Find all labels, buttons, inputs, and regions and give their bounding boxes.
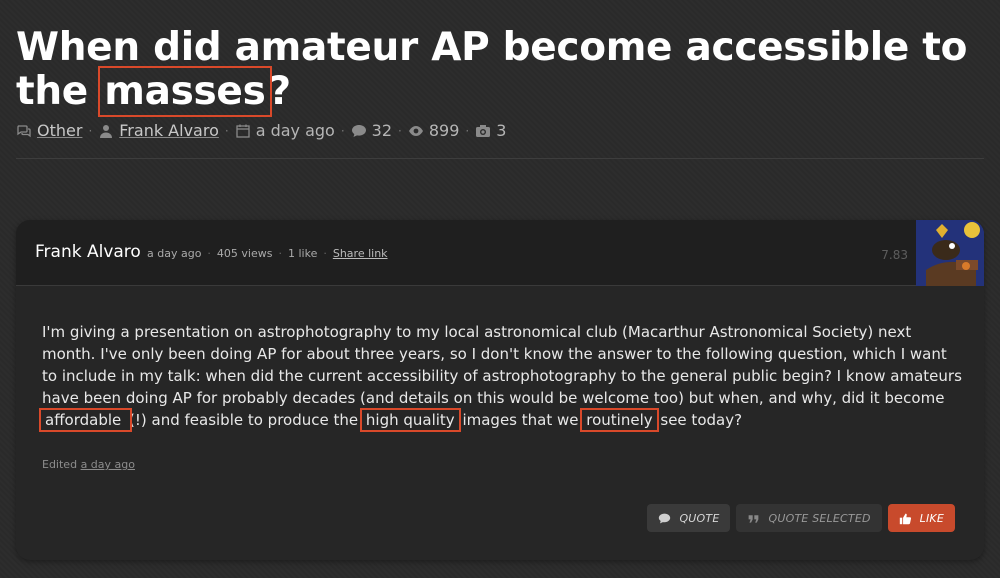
- post-text: (!) and feasible to produce the: [129, 411, 363, 429]
- comment-icon: [659, 513, 671, 523]
- like-button[interactable]: LIKE: [887, 504, 955, 532]
- meta-author[interactable]: Frank Alvaro: [98, 121, 219, 140]
- separator: ·: [323, 247, 327, 260]
- post-text: I'm giving a presentation on astrophotog…: [42, 323, 962, 407]
- post-author[interactable]: Frank Alvaro: [35, 242, 141, 262]
- title-highlight: masses: [98, 66, 272, 117]
- quote-selected-label: QUOTE SELECTED: [768, 511, 871, 525]
- quote-button[interactable]: QUOTE: [647, 504, 731, 532]
- post-actions: QUOTE QUOTE SELECTED LIKE: [647, 504, 955, 532]
- category-link[interactable]: Other: [37, 121, 82, 140]
- post-header: Frank Alvaro a day ago · 405 views · 1 l…: [16, 220, 984, 286]
- camera-icon: [476, 124, 491, 137]
- author-link[interactable]: Frank Alvaro: [119, 121, 219, 140]
- meta-views: 899: [408, 121, 460, 140]
- post-card: Frank Alvaro a day ago · 405 views · 1 l…: [16, 220, 984, 560]
- highlight-high-quality: high quality: [359, 408, 461, 432]
- quote-marks-icon: [749, 514, 759, 523]
- post-likes[interactable]: 1 like: [288, 247, 317, 260]
- highlight-routinely: routinely: [580, 408, 659, 432]
- edited-note: Edited a day ago: [42, 458, 135, 471]
- comment-icon: [351, 124, 366, 137]
- separator: ·: [398, 123, 402, 138]
- meta-replies: 32: [351, 121, 392, 140]
- post-score: 7.83: [881, 248, 908, 262]
- meta-category[interactable]: Other: [16, 121, 82, 140]
- quote-label: QUOTE: [679, 511, 720, 525]
- meta-images: 3: [475, 121, 506, 140]
- chat-bubbles-icon: [17, 124, 31, 137]
- meta-date: a day ago: [235, 121, 335, 140]
- separator: ·: [278, 247, 282, 260]
- avatar[interactable]: [916, 220, 984, 286]
- title-text-end: ?: [268, 69, 292, 114]
- post-text: images that we: [457, 411, 584, 429]
- thread-title: When did amateur AP become accessible to…: [16, 26, 996, 117]
- edited-time-link[interactable]: a day ago: [81, 458, 135, 471]
- image-count: 3: [496, 121, 507, 140]
- post-body: I'm giving a presentation on astrophotog…: [38, 321, 962, 432]
- thumbs-up-icon: [899, 513, 911, 524]
- separator: ·: [88, 123, 93, 138]
- eye-icon: [408, 125, 423, 136]
- separator: ·: [340, 123, 345, 138]
- separator: ·: [465, 123, 470, 138]
- title-divider: [16, 158, 984, 159]
- highlight-affordable: affordable: [38, 408, 133, 432]
- post-meta: a day ago · 405 views · 1 like · Share l…: [147, 247, 388, 260]
- separator: ·: [224, 123, 229, 138]
- separator: ·: [207, 247, 211, 260]
- post-text: see today?: [655, 411, 743, 429]
- post-views: 405 views: [216, 247, 273, 260]
- quote-selected-button[interactable]: QUOTE SELECTED: [736, 504, 882, 532]
- posted-time: a day ago: [255, 121, 335, 140]
- calendar-icon: [236, 124, 250, 138]
- reply-count: 32: [371, 121, 393, 140]
- user-icon: [100, 124, 113, 138]
- avatar-image: [916, 220, 984, 286]
- view-count: 899: [428, 121, 460, 140]
- thread-meta: Other · Frank Alvaro · a day ago · 32 · …: [16, 121, 506, 140]
- share-link[interactable]: Share link: [333, 247, 388, 260]
- edited-label: Edited: [42, 458, 81, 471]
- like-label: LIKE: [919, 511, 944, 525]
- post-time: a day ago: [147, 247, 202, 260]
